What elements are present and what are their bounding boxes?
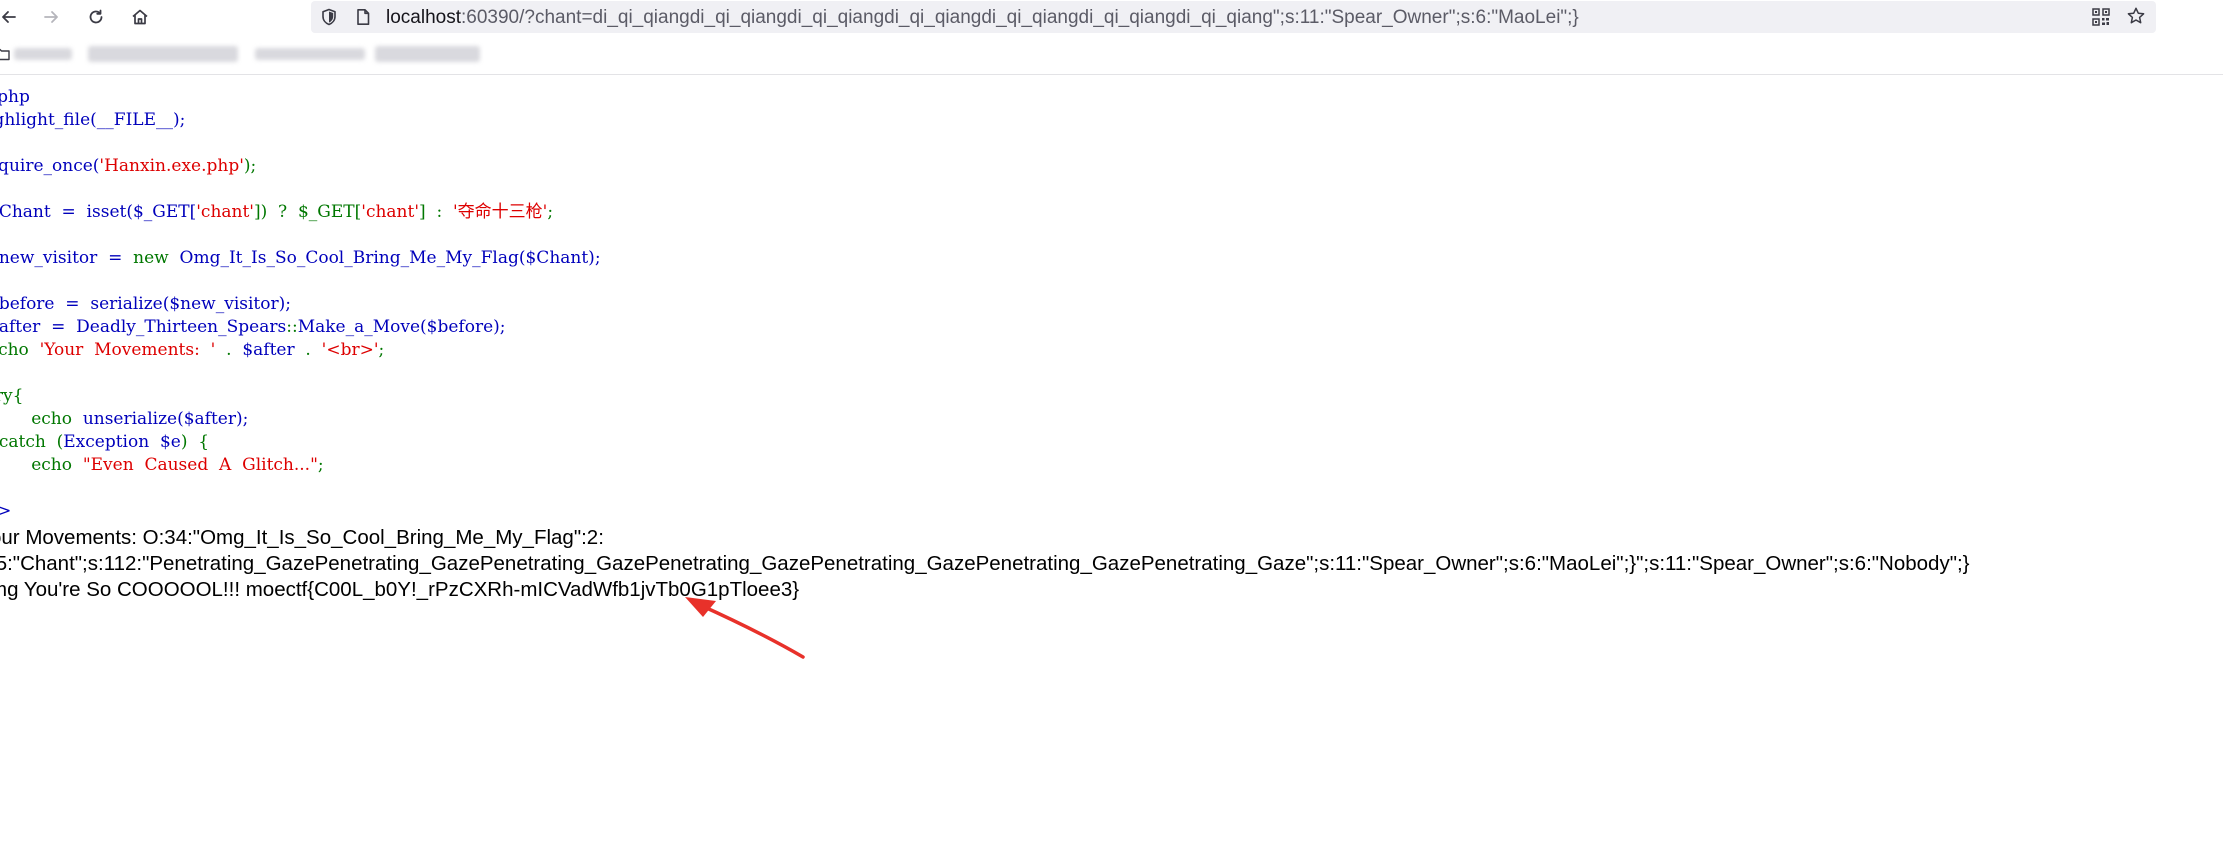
arrow-shaft bbox=[698, 603, 805, 659]
annotation-arrow bbox=[685, 597, 805, 659]
arrow-head bbox=[685, 597, 716, 617]
